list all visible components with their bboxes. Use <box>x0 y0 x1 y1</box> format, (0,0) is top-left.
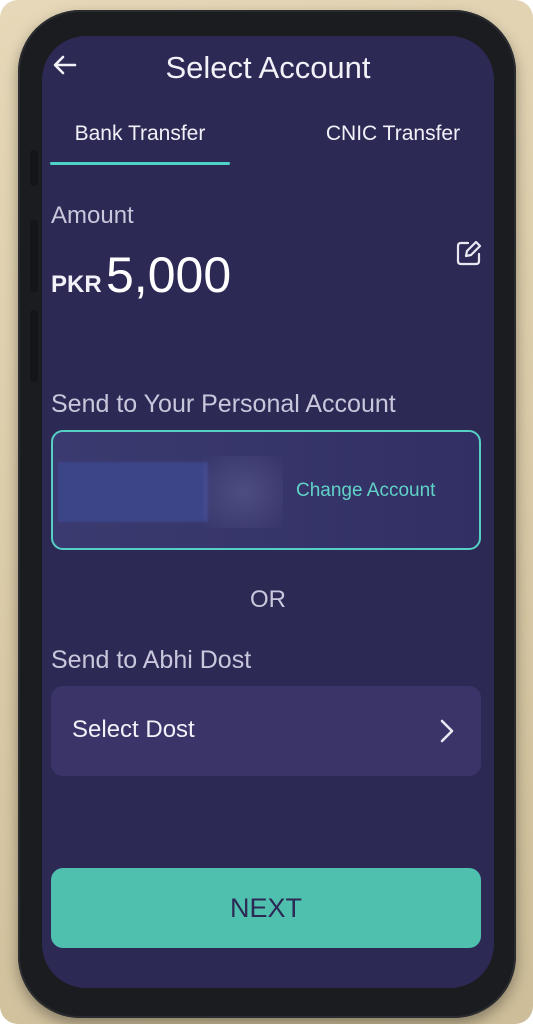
abhi-dost-label: Send to Abhi Dost <box>51 646 252 674</box>
redacted-account-details <box>58 462 208 522</box>
amount-label: Amount <box>51 202 134 229</box>
select-dost-label: Select Dost <box>72 716 195 743</box>
or-separator: OR <box>250 586 286 613</box>
mute-switch <box>30 150 38 186</box>
next-button[interactable]: NEXT <box>51 868 481 948</box>
app-screen: Select Account Bank Transfer CNIC Transf… <box>42 36 494 988</box>
top-bar: Select Account <box>42 36 494 98</box>
redaction-blur <box>203 456 283 528</box>
personal-account-card[interactable]: Change Account <box>51 430 481 550</box>
currency-code: PKR <box>51 271 102 298</box>
amount-value: 5,000 <box>106 247 232 303</box>
tab-cnic-transfer[interactable]: CNIC Transfer <box>318 122 468 168</box>
change-account-link[interactable]: Change Account <box>296 480 435 502</box>
volume-up-button <box>30 220 38 292</box>
transfer-tabs: Bank Transfer CNIC Transfer <box>42 122 494 168</box>
select-dost-row[interactable]: Select Dost <box>51 686 481 776</box>
page-title: Select Account <box>165 50 371 85</box>
personal-account-label: Send to Your Personal Account <box>51 390 396 418</box>
chevron-right-icon <box>435 716 459 746</box>
edit-icon[interactable] <box>454 238 484 268</box>
active-tab-indicator <box>50 162 230 165</box>
volume-down-button <box>30 310 38 382</box>
